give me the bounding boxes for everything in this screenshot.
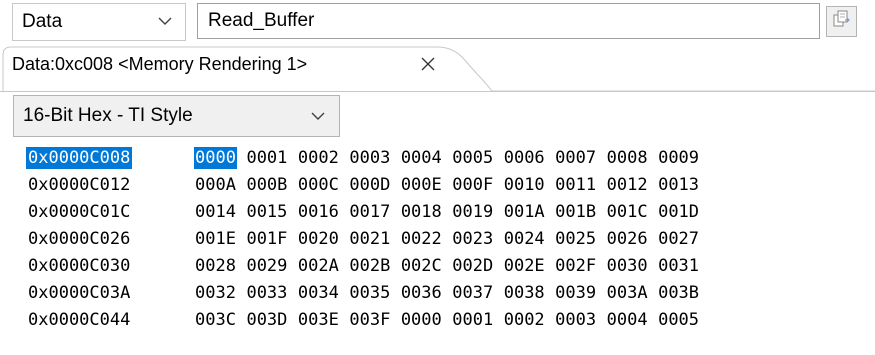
memory-cell[interactable]: 0035 xyxy=(348,282,391,304)
memory-cell[interactable]: 003D xyxy=(245,309,288,331)
format-dropdown[interactable]: 16-Bit Hex - TI Style xyxy=(13,95,340,137)
memory-space-value: Data xyxy=(22,11,63,32)
memory-cell[interactable]: 0016 xyxy=(297,201,340,223)
memory-cell[interactable]: 0022 xyxy=(400,228,443,250)
memory-cell[interactable]: 000C xyxy=(297,174,340,196)
address-expression-value: Read_Buffer xyxy=(208,10,315,31)
memory-space-dropdown[interactable]: Data xyxy=(12,3,186,41)
memory-cells: 003C 003D 003E 003F 0000 0001 0002 0003 0004 0005 xyxy=(194,309,709,331)
memory-cell[interactable]: 0010 xyxy=(503,174,546,196)
memory-cell[interactable]: 0006 xyxy=(503,147,546,169)
memory-cell[interactable]: 002B xyxy=(348,255,391,277)
memory-cell[interactable]: 000E xyxy=(400,174,443,196)
memory-cell[interactable]: 0030 xyxy=(606,255,649,277)
memory-cell[interactable]: 002A xyxy=(297,255,340,277)
memory-cell[interactable]: 002F xyxy=(554,255,597,277)
tab-rendering-1[interactable]: Data:0xc008 <Memory Rendering 1> xyxy=(12,54,307,75)
memory-cell[interactable]: 0001 xyxy=(245,147,288,169)
memory-cell[interactable]: 0023 xyxy=(451,228,494,250)
memory-cell[interactable]: 001D xyxy=(657,201,700,223)
memory-cell[interactable]: 003C xyxy=(194,309,237,331)
memory-cell[interactable]: 0032 xyxy=(194,282,237,304)
memory-cells: 000A 000B 000C 000D 000E 000F 0010 0011 0012 0013 xyxy=(194,174,709,196)
memory-cells: 0032 0033 0034 0035 0036 0037 0038 0039 003A 003B xyxy=(194,282,709,304)
memory-address[interactable]: 0x0000C012 xyxy=(26,174,132,196)
memory-cell[interactable]: 0004 xyxy=(606,309,649,331)
memory-cell[interactable]: 0004 xyxy=(400,147,443,169)
memory-cell[interactable]: 000D xyxy=(348,174,391,196)
memory-cell[interactable]: 0038 xyxy=(503,282,546,304)
memory-cell[interactable]: 0002 xyxy=(503,309,546,331)
memory-address[interactable]: 0x0000C026 xyxy=(26,228,132,250)
memory-cell[interactable]: 0000 xyxy=(400,309,443,331)
memory-cell[interactable]: 001C xyxy=(606,201,649,223)
memory-address[interactable]: 0x0000C044 xyxy=(26,309,132,331)
memory-cell[interactable]: 0001 xyxy=(451,309,494,331)
close-icon[interactable] xyxy=(420,56,436,77)
memory-cell[interactable]: 0014 xyxy=(194,201,237,223)
memory-cell[interactable]: 003F xyxy=(348,309,391,331)
memory-address[interactable]: 0x0000C030 xyxy=(26,255,132,277)
new-rendering-button[interactable] xyxy=(826,6,857,37)
memory-cell[interactable]: 001A xyxy=(503,201,546,223)
memory-cell[interactable]: 0008 xyxy=(606,147,649,169)
memory-cells: 001E 001F 0020 0021 0022 0023 0024 0025 0026 0027 xyxy=(194,228,709,250)
memory-cell[interactable]: 0029 xyxy=(245,255,288,277)
memory-cells: 0014 0015 0016 0017 0018 0019 001A 001B 001C 001D xyxy=(194,201,709,223)
memory-cell[interactable]: 0028 xyxy=(194,255,237,277)
memory-cell[interactable]: 0000 xyxy=(194,147,237,169)
memory-address[interactable]: 0x0000C01C xyxy=(26,201,132,223)
memory-cell[interactable]: 003B xyxy=(657,282,700,304)
memory-cells: 0028 0029 002A 002B 002C 002D 002E 002F 0030 0031 xyxy=(194,255,709,277)
memory-cell[interactable]: 0018 xyxy=(400,201,443,223)
memory-cell[interactable]: 0033 xyxy=(245,282,288,304)
memory-cell[interactable]: 0021 xyxy=(348,228,391,250)
memory-cell[interactable]: 0019 xyxy=(451,201,494,223)
new-rendering-icon xyxy=(832,9,852,34)
memory-cell[interactable]: 0027 xyxy=(657,228,700,250)
memory-cell[interactable]: 0024 xyxy=(503,228,546,250)
memory-cells: 0000 0001 0002 0003 0004 0005 0006 0007 0008 0009 xyxy=(194,147,709,169)
chevron-down-icon xyxy=(157,13,173,34)
memory-cell[interactable]: 0025 xyxy=(554,228,597,250)
memory-cell[interactable]: 0037 xyxy=(451,282,494,304)
memory-cell[interactable]: 0020 xyxy=(297,228,340,250)
memory-cell[interactable]: 0039 xyxy=(554,282,597,304)
memory-cell[interactable]: 0026 xyxy=(606,228,649,250)
memory-cell[interactable]: 000A xyxy=(194,174,237,196)
memory-cell[interactable]: 000F xyxy=(451,174,494,196)
memory-cell[interactable]: 0007 xyxy=(554,147,597,169)
memory-cell[interactable]: 000B xyxy=(245,174,288,196)
format-value: 16-Bit Hex - TI Style xyxy=(23,105,193,126)
memory-address[interactable]: 0x0000C008 xyxy=(26,147,133,169)
memory-cell[interactable]: 0003 xyxy=(554,309,597,331)
memory-cell[interactable]: 0002 xyxy=(297,147,340,169)
memory-address[interactable]: 0x0000C03A xyxy=(26,282,132,304)
memory-cell[interactable]: 002C xyxy=(400,255,443,277)
address-expression-input[interactable]: Read_Buffer xyxy=(197,3,820,39)
memory-browser-view: Data Read_Buffer Data:0xc008 <Memory Ren… xyxy=(0,0,875,355)
memory-cell[interactable]: 0013 xyxy=(657,174,700,196)
memory-cell[interactable]: 0034 xyxy=(297,282,340,304)
memory-cell[interactable]: 002D xyxy=(451,255,494,277)
memory-cell[interactable]: 001E xyxy=(194,228,237,250)
memory-cell[interactable]: 002E xyxy=(503,255,546,277)
memory-cell[interactable]: 0012 xyxy=(606,174,649,196)
memory-cell[interactable]: 001F xyxy=(245,228,288,250)
memory-cell[interactable]: 001B xyxy=(554,201,597,223)
tab-bar-divider xyxy=(0,91,875,92)
memory-cell[interactable]: 003A xyxy=(606,282,649,304)
memory-cell[interactable]: 003E xyxy=(297,309,340,331)
memory-cell[interactable]: 0036 xyxy=(400,282,443,304)
memory-cell[interactable]: 0031 xyxy=(657,255,700,277)
chevron-down-icon xyxy=(310,108,326,129)
memory-cell[interactable]: 0003 xyxy=(348,147,391,169)
memory-cell[interactable]: 0015 xyxy=(245,201,288,223)
memory-cell[interactable]: 0009 xyxy=(657,147,700,169)
memory-cell[interactable]: 0017 xyxy=(348,201,391,223)
memory-cell[interactable]: 0005 xyxy=(451,147,494,169)
memory-cell[interactable]: 0011 xyxy=(554,174,597,196)
memory-cell[interactable]: 0005 xyxy=(657,309,700,331)
